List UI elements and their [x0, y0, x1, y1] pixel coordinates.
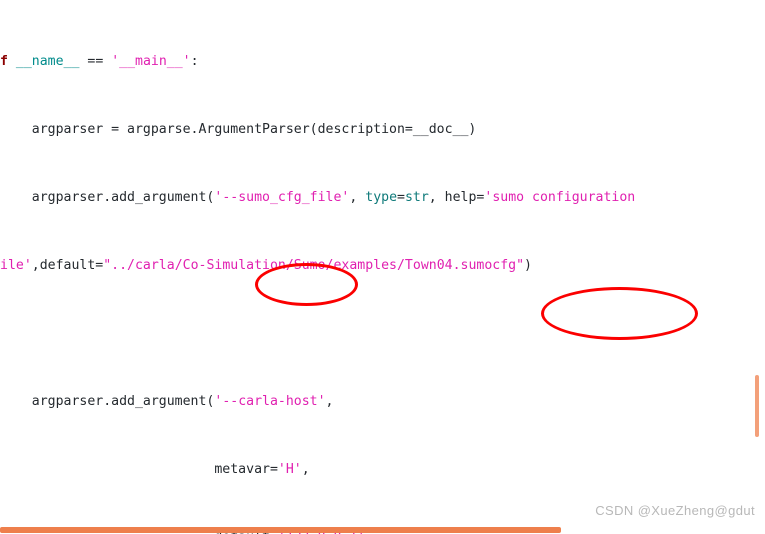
token-string: 'H'	[277, 462, 302, 477]
token-string: 'sumo configuration	[484, 190, 636, 205]
token-string: ile'	[0, 258, 32, 273]
token-string: '__main__'	[111, 54, 191, 69]
token-string: '--carla-host'	[214, 394, 326, 409]
token-identifier: __name__	[15, 54, 80, 69]
token-string: '--sumo_cfg_file'	[214, 190, 350, 205]
token-keyword: f	[0, 54, 8, 69]
token-string: "../carla/Co-Simulation/Sumo/examples/To…	[103, 258, 525, 273]
code-line: argparser.add_argument('--carla-host',	[0, 394, 334, 409]
watermark-text: CSDN @XueZheng@gdut	[595, 503, 755, 518]
token-type: str	[404, 190, 429, 205]
code-line: ile',default="../carla/Co-Simulation/Sum…	[0, 258, 532, 273]
horizontal-scrollbar-thumb[interactable]	[0, 527, 561, 533]
code-line: argparser = argparse.ArgumentParser(desc…	[0, 122, 477, 137]
code-line: f __name__ == '__main__':	[0, 54, 199, 69]
code-editor-viewport[interactable]: f __name__ == '__main__': argparser = ar…	[0, 0, 765, 534]
token-type: type	[365, 190, 398, 205]
code-line: argparser.add_argument('--sumo_cfg_file'…	[0, 190, 636, 205]
vertical-scrollbar-thumb[interactable]	[755, 375, 759, 437]
code-content[interactable]: f __name__ == '__main__': argparser = ar…	[0, 2, 715, 534]
code-line: metavar='H',	[0, 462, 310, 477]
